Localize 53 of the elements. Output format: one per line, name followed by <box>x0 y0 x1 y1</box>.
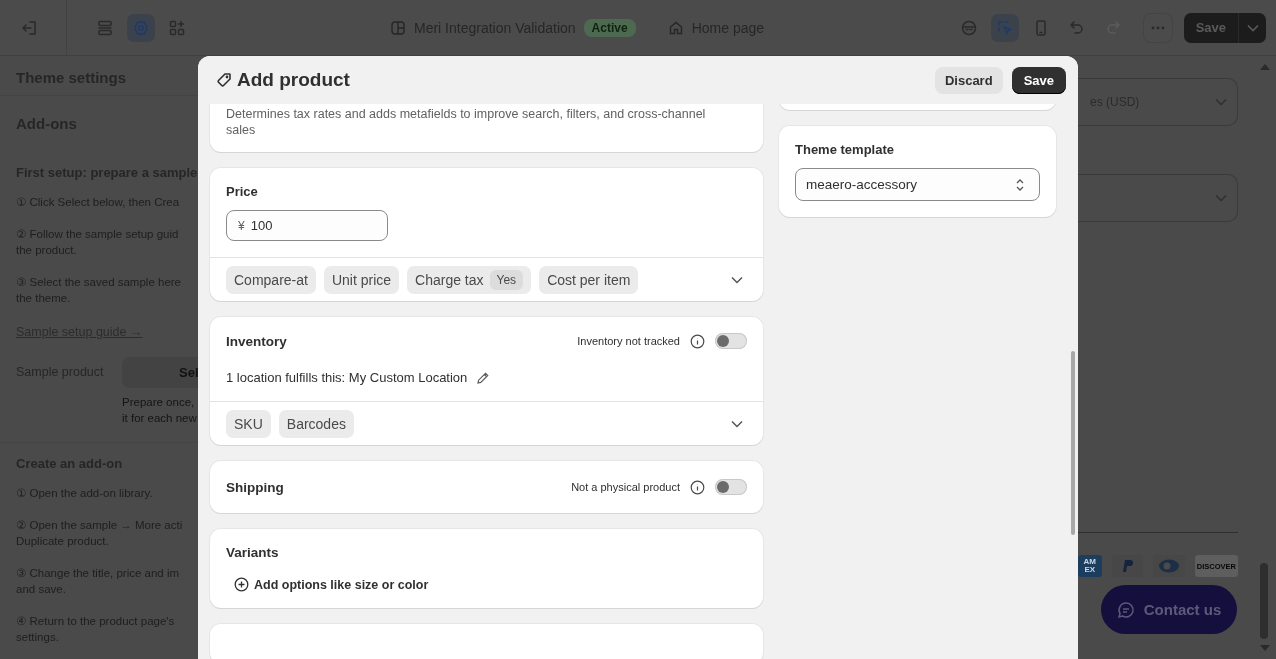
home-icon <box>667 19 684 36</box>
price-field[interactable]: ¥ 100 <box>226 210 388 241</box>
card-title: Shipping <box>226 479 284 495</box>
chevron-down-icon <box>1215 194 1227 202</box>
modal-title: Add product <box>237 69 350 91</box>
chat-icon <box>1116 600 1135 619</box>
option-chip[interactable]: SKU <box>226 410 271 438</box>
toggle-label: Inventory not tracked <box>577 335 680 347</box>
grid-plus-icon <box>168 18 186 37</box>
more-icon <box>1150 25 1165 30</box>
discard-button[interactable]: Discard <box>934 66 1003 94</box>
more-button[interactable] <box>1143 13 1172 42</box>
option-chip[interactable]: Compare-at <box>226 266 316 294</box>
template-select[interactable]: meaero-accessory <box>795 168 1040 201</box>
payment-icon: AM EX <box>1078 555 1102 577</box>
tag-icon <box>216 72 232 88</box>
updown-icon <box>1015 177 1025 192</box>
info-icon <box>690 479 705 495</box>
field-label: Price <box>226 184 259 199</box>
plus-circle-icon <box>234 577 249 592</box>
gear-icon <box>132 18 150 37</box>
exit-icon <box>21 18 39 37</box>
option-chip[interactable]: Barcodes <box>278 410 354 438</box>
scrollbar[interactable] <box>1071 351 1075 535</box>
chip-label: Charge tax <box>415 272 484 288</box>
save-button[interactable]: Save <box>1011 66 1066 94</box>
chevron-down-icon <box>1215 98 1227 106</box>
field-label: Theme template <box>795 142 895 157</box>
option-chip[interactable]: Unit price <box>323 266 400 294</box>
undo-icon <box>1067 18 1086 37</box>
card-title: Variants <box>226 545 280 560</box>
add-options-button[interactable]: Add options like size or color <box>234 577 429 592</box>
pointer-button[interactable] <box>990 13 1019 42</box>
location-text: 1 location fulfills this: My Custom Location <box>226 370 468 385</box>
status-badge: Active <box>583 18 636 37</box>
option-chip[interactable]: Cost per item <box>539 266 639 294</box>
category-description: Determines tax rates and adds metafields to improve search, filters, and cross-channel sales <box>226 106 707 138</box>
layout-icon <box>390 19 406 36</box>
toggle-label: Not a physical product <box>571 481 680 493</box>
toggle-switch[interactable] <box>715 479 747 495</box>
chevron-down-icon <box>731 420 743 428</box>
status-badge: Yes <box>489 270 524 290</box>
chevron-down-icon <box>731 276 743 284</box>
pencil-icon[interactable] <box>476 370 491 385</box>
rows-icon <box>96 18 114 37</box>
pointer-icon <box>995 18 1014 37</box>
toggle-switch[interactable] <box>715 333 747 349</box>
mask-icon <box>959 18 978 37</box>
card-title: Inventory <box>226 333 287 349</box>
info-icon <box>690 333 705 349</box>
charge-tax-chip[interactable]: Charge tax Yes <box>407 266 532 294</box>
chevron-down-icon <box>1246 23 1259 32</box>
settings-button[interactable] <box>127 13 155 42</box>
